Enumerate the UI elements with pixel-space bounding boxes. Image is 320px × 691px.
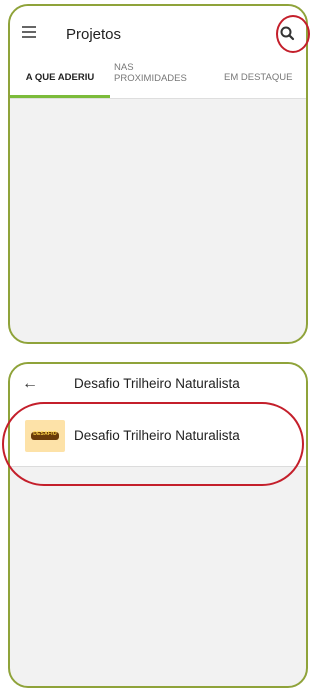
search-app-bar: ← Desafio Trilheiro Naturalista <box>10 364 306 405</box>
tab-nearby-label-line2: PROXIMIDADES <box>114 73 187 84</box>
empty-content-area <box>10 467 306 686</box>
hamburger-menu-icon[interactable] <box>22 26 36 38</box>
tab-bar: A QUE ADERIU NAS PROXIMIDADES EM DESTAQU… <box>10 60 306 99</box>
top-app-bar: Projetos <box>10 6 306 60</box>
projects-screen: Projetos A QUE ADERIU NAS PROXIMIDADES E… <box>8 4 308 344</box>
tab-featured[interactable]: EM DESTAQUE <box>224 60 306 98</box>
page-title: Projetos <box>66 26 122 43</box>
highlight-circle-search <box>276 15 310 53</box>
back-arrow-icon[interactable]: ← <box>22 376 38 392</box>
search-query-title: Desafio Trilheiro Naturalista <box>74 376 240 391</box>
tab-nearby[interactable]: NAS PROXIMIDADES <box>114 60 204 98</box>
tab-joined[interactable]: A QUE ADERIU <box>10 60 110 98</box>
tab-nearby-label-line1: NAS <box>114 62 134 73</box>
empty-content-area <box>10 99 306 342</box>
highlight-ellipse-result <box>2 402 304 486</box>
